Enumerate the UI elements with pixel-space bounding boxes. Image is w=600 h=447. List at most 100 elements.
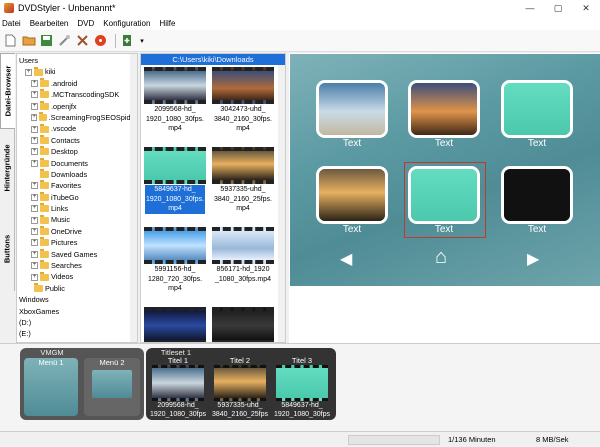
tree-row-label: Public [45,283,65,293]
vmgm-menu-1[interactable]: Menü 1 [24,358,78,416]
expand-icon[interactable]: + [31,193,38,201]
close-button[interactable]: ✕ [572,0,600,16]
tree-row[interactable]: + .vscode [17,123,137,134]
menu-button-5[interactable] [408,166,480,224]
menu-bearbeiten[interactable]: Bearbeiten [30,19,69,28]
expand-icon[interactable]: + [31,239,38,247]
menu-2[interactable]: Menü 2 [84,358,140,416]
expand-icon[interactable]: + [31,273,38,281]
expand-icon[interactable]: + [31,216,38,224]
expand-icon[interactable]: + [31,79,38,87]
open-folder-icon[interactable] [21,33,36,48]
menu-button-text-2[interactable]: Text [408,138,480,149]
window-title: DVDStyler - Unbenannt* [18,3,116,13]
expand-icon[interactable]: + [31,159,38,167]
tree-row[interactable]: + OneDrive [17,226,137,237]
tree-row[interactable]: + iTubeGo [17,191,137,203]
file-thumbnail[interactable]: 3042473-uhd_ 3840_2160_30fps. mp4 [211,67,275,147]
tree-row[interactable]: Windows [17,294,137,305]
menu-konfiguration[interactable]: Konfiguration [103,19,150,28]
tree-row[interactable]: Public [17,283,137,294]
expand-icon[interactable]: + [31,262,38,270]
tree-row[interactable]: + .MCTranscodingSDK [17,89,137,100]
file-thumbnails[interactable]: C:\Users\kiki\Downloads 2099568-hd_ 1920… [140,53,286,343]
menu-button-4[interactable] [316,166,388,224]
tree-row[interactable]: + Contacts [17,134,137,146]
tree-row[interactable]: + Desktop [17,146,137,157]
tree-row[interactable]: + Pictures [17,237,137,248]
menu-button-1[interactable] [316,80,388,138]
tree-row[interactable]: + .openjfx [17,100,137,112]
menu-button-3[interactable] [501,80,573,138]
expand-icon[interactable]: + [31,148,38,156]
tree-row[interactable]: + Videos [17,271,137,282]
file-thumbnail[interactable]: 5849637-hd_ 1920_1080_30fps. mp4 [143,147,207,227]
dropdown-icon[interactable]: ▾ [138,33,146,48]
save-icon[interactable] [39,33,54,48]
tree-scrollbar[interactable] [130,54,137,342]
tree-row[interactable]: Downloads [17,169,137,180]
expand-icon[interactable]: + [31,250,38,258]
expand-icon[interactable]: + [31,228,38,236]
tree-row[interactable]: + .android [17,77,137,89]
tree-row[interactable]: + kiki [17,66,137,77]
file-thumbnail[interactable]: 856171-hd_1920 _1080_30fps.mp4 [211,227,275,307]
menu-canvas[interactable]: Text Text Text Text Text Text ◀ ⌂ ▶ [290,54,600,286]
tree-row[interactable]: + Favorites [17,180,137,191]
menu-button-image [411,169,477,221]
previous-arrow-icon[interactable]: ◀ [340,249,352,269]
directory-tree[interactable]: Users + kiki + .android + .MCTranscodingSDK + .o… [16,53,138,343]
expand-icon[interactable]: + [31,205,38,213]
menu-button-6[interactable] [501,166,573,224]
menu-datei[interactable]: Datei [2,19,21,28]
tree-row[interactable]: + Documents [17,157,137,169]
settings-icon[interactable] [57,33,72,48]
tree-row[interactable]: + Searches [17,260,137,271]
file-thumbnail[interactable]: 5991156-hd_ 1280_720_30fps. mp4 [143,227,207,307]
burn-icon[interactable] [93,33,108,48]
tree-row[interactable]: (D:) [17,317,137,328]
file-thumbnail[interactable]: bei-obs- aufnahme- [211,307,275,342]
menu-dvd[interactable]: DVD [77,19,94,28]
menu-button-text-4[interactable]: Text [316,224,388,235]
expand-icon[interactable]: + [31,136,38,144]
expand-icon[interactable]: + [31,125,38,133]
minimize-button[interactable]: — [516,0,544,16]
tab-backgrounds[interactable]: Hintergründe [0,129,15,207]
tree-row-label: Pictures [51,238,78,248]
menu-button-text-5[interactable]: Text [408,224,480,235]
next-arrow-icon[interactable]: ▶ [527,249,539,269]
title-item[interactable]: Titel 3 5849637-hd_ 1920_1080_30fps [272,356,332,418]
menu-button-text-3[interactable]: Text [501,138,573,149]
tab-buttons[interactable]: Buttons [0,207,15,291]
expand-icon[interactable]: + [31,114,38,122]
tree-row[interactable]: Users [17,55,137,66]
menu-button-2[interactable] [408,80,480,138]
expand-icon[interactable]: + [25,68,32,76]
add-file-icon[interactable] [120,33,135,48]
title-item[interactable]: Titel 1 2099568-hd_ 1920_1080_30fps [148,356,208,418]
maximize-button[interactable]: ▢ [544,0,572,16]
file-thumbnail[interactable]: 2099568-hd_ 1920_1080_30fps. mp4 [143,67,207,147]
home-icon[interactable]: ⌂ [435,246,447,269]
tree-row[interactable]: + Music [17,214,137,225]
menu-hilfe[interactable]: Hilfe [159,19,175,28]
tab-file-browser[interactable]: Datei-Browser [0,53,15,129]
tree-row[interactable]: + .ScreamingFrogSEOSpider [17,112,137,123]
tree-row[interactable]: + Links [17,203,137,214]
expand-icon[interactable]: + [31,182,38,190]
thumbnails-scrollbar[interactable] [278,65,285,342]
tree-row[interactable]: XboxGames [17,306,137,317]
title-item[interactable]: Titel 2 5937335-uhd_ 3840_2160_25fps [210,356,270,418]
file-thumbnail[interactable]: 5937335-uhd_ 3840_2160_25fps. mp4 [211,147,275,227]
menu-button-text-1[interactable]: Text [316,138,388,149]
tree-row-label: Saved Games [51,249,98,259]
tools-icon[interactable] [75,33,90,48]
expand-icon[interactable]: + [31,91,38,99]
file-thumbnail[interactable]: ai-modell- auswaehlen.jpg [143,307,207,342]
expand-icon[interactable]: + [31,102,38,110]
tree-row[interactable]: (E:) [17,328,137,339]
menu-button-text-6[interactable]: Text [501,224,573,235]
tree-row[interactable]: + Saved Games [17,248,137,260]
new-file-icon[interactable] [3,33,18,48]
